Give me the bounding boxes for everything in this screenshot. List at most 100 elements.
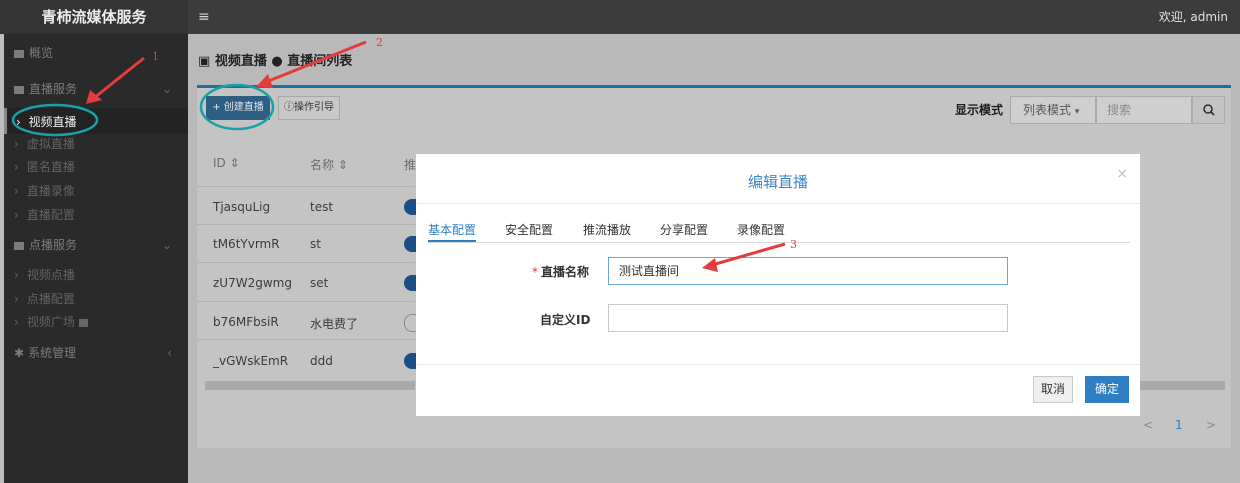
dashboard-icon — [14, 49, 24, 58]
brand-title[interactable]: 青柿流媒体服务 — [0, 0, 188, 34]
table-scrollbar[interactable] — [205, 381, 415, 390]
dialog-footer-divider — [416, 364, 1140, 365]
sidebar-item-live-config[interactable]: › 直播配置 — [14, 207, 75, 223]
search-input[interactable]: 搜索 — [1096, 96, 1192, 124]
sidebar-group-live[interactable]: 直播服务 ⌄ — [14, 79, 174, 99]
table-scrollbar-right[interactable] — [1140, 381, 1225, 390]
sidebar — [4, 34, 188, 483]
column-header-name[interactable]: 名称 ⇕ — [310, 156, 348, 173]
dialog-title: 编辑直播 — [747, 173, 808, 191]
chevron-right-icon: › — [14, 137, 19, 151]
active-tab-underline — [428, 240, 476, 242]
live-name-label: * 直播名称 — [532, 263, 589, 280]
column-header-id[interactable]: ID ⇕ — [213, 156, 240, 170]
sidebar-item-vod-config[interactable]: › 点播配置 — [14, 291, 75, 307]
sidebar-label: 视频点播 — [26, 268, 75, 282]
sidebar-label: 虚拟直播 — [26, 137, 75, 151]
chevron-right-icon: › — [14, 315, 19, 329]
row-divider — [197, 301, 415, 302]
sidebar-label: 点播配置 — [26, 292, 75, 306]
sidebar-item-virtual-live[interactable]: › 虚拟直播 — [14, 136, 75, 152]
close-icon[interactable]: × — [1116, 166, 1128, 182]
column-header-push[interactable]: 推 — [404, 156, 416, 173]
chevron-left-icon: ‹ — [167, 346, 172, 360]
required-marker: * — [532, 265, 538, 279]
menu-toggle-icon[interactable]: ≡ — [198, 0, 210, 34]
info-icon: ⓘ — [284, 102, 294, 113]
sidebar-item-video-live[interactable]: › 视频直播 — [4, 108, 188, 134]
sidebar-item-overview[interactable]: 概览 — [14, 43, 174, 63]
chevron-down-icon: ⌄ — [161, 82, 172, 96]
sidebar-label: › 视频直播 — [16, 113, 76, 130]
sidebar-group-system[interactable]: ✱ 系统管理 ‹ — [14, 343, 174, 363]
sidebar-label: 系统管理 — [28, 346, 77, 360]
live-name-label-text: 直播名称 — [541, 265, 590, 279]
sidebar-group-vod[interactable]: 点播服务 ⌄ — [14, 235, 174, 255]
cell-name: 水电费了 — [310, 317, 359, 331]
cell-id: TjasquLig — [213, 200, 271, 214]
push-toggle[interactable] — [404, 275, 416, 291]
annotation-number-3: 3 — [790, 238, 797, 251]
top-bar: 青柿流媒体服务 ≡ 欢迎, admin — [0, 0, 1240, 34]
tab-recording-config[interactable]: 录像配置 — [737, 221, 785, 238]
row-divider — [197, 224, 415, 225]
cell-id: b76MFbsiR — [213, 315, 279, 329]
tab-basic-config[interactable]: 基本配置 — [428, 221, 476, 238]
tab-share-config[interactable]: 分享配置 — [660, 221, 708, 238]
welcome-user[interactable]: 欢迎, admin — [1159, 0, 1228, 34]
row-divider — [197, 339, 415, 340]
sidebar-label: 视频广场 — [26, 315, 75, 329]
cancel-button[interactable]: 取消 — [1033, 376, 1073, 403]
pager-current[interactable]: 1 — [1175, 418, 1183, 432]
sidebar-label: 直播录像 — [26, 184, 75, 198]
display-mode-label: 显示模式 — [955, 103, 1004, 117]
tab-bar-line — [428, 242, 1130, 243]
chevron-right-icon: › — [14, 268, 19, 282]
video-icon — [14, 241, 24, 250]
chevron-down-icon: ⌄ — [161, 238, 172, 252]
chevron-right-icon: › — [14, 160, 19, 174]
confirm-button[interactable]: 确定 — [1085, 376, 1129, 403]
annotation-number-1: 1 — [152, 50, 159, 63]
sidebar-item-vod[interactable]: › 视频点播 — [14, 267, 75, 283]
breadcrumb-section[interactable]: 视频直播 — [215, 54, 267, 69]
tab-security-config[interactable]: 安全配置 — [505, 221, 553, 238]
sidebar-label: 点播服务 — [29, 238, 78, 252]
tab-push-play[interactable]: 推流播放 — [583, 221, 631, 238]
display-mode-value: 列表模式 — [1023, 103, 1072, 117]
push-toggle[interactable] — [404, 199, 416, 215]
row-divider — [197, 186, 415, 187]
annotation-number-2: 2 — [376, 36, 383, 49]
pager-prev[interactable]: < — [1143, 418, 1153, 432]
sidebar-item-video-square[interactable]: › 视频广场 — [14, 314, 88, 330]
chevron-right-icon: › — [14, 292, 19, 306]
row-divider — [197, 262, 415, 263]
cell-name: test — [310, 200, 334, 214]
chevron-right-icon: › — [14, 184, 19, 198]
caret-down-icon: ▾ — [1074, 107, 1080, 117]
sidebar-item-live-recording[interactable]: › 直播录像 — [14, 183, 75, 199]
guide-label: 操作引导 — [294, 102, 334, 113]
push-toggle[interactable] — [404, 353, 416, 369]
sidebar-item-anonymous-live[interactable]: › 匿名直播 — [14, 159, 75, 175]
edit-live-dialog: 编辑直播 × 基本配置 安全配置 推流播放 分享配置 录像配置 * 直播名称 测试… — [416, 154, 1140, 416]
sidebar-label: 直播服务 — [29, 82, 78, 96]
push-toggle[interactable] — [404, 236, 416, 252]
breadcrumb: ▣ 视频直播 ● 直播间列表 — [198, 50, 352, 69]
custom-id-input[interactable] — [608, 304, 1008, 332]
search-button[interactable] — [1192, 96, 1225, 124]
display-mode-select[interactable]: 列表模式 ▾ — [1010, 96, 1096, 124]
pager-next[interactable]: > — [1206, 418, 1216, 432]
cell-name: ddd — [310, 354, 333, 368]
sidebar-label: 匿名直播 — [26, 160, 75, 174]
sidebar-label: 概览 — [29, 46, 54, 60]
gear-icon: ✱ — [14, 346, 25, 360]
video-camera-icon — [14, 85, 24, 94]
guide-button[interactable]: ⓘ操作引导 — [278, 96, 340, 120]
cell-id: _vGWskEmR — [213, 354, 289, 368]
live-name-input[interactable]: 测试直播间 — [608, 257, 1008, 285]
breadcrumb-page: 直播间列表 — [287, 54, 353, 69]
create-live-button[interactable]: + 创建直播 — [206, 96, 270, 120]
active-indicator — [4, 108, 7, 134]
chevron-right-icon: › — [16, 115, 21, 129]
